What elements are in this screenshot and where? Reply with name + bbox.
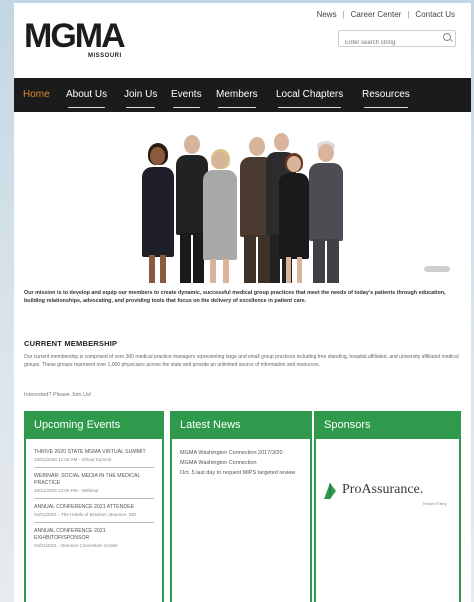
- sponsor-name: ProAssurance.: [342, 482, 424, 497]
- mission-statement: Our mission is to develop and equip our …: [24, 290, 446, 304]
- divider: [34, 467, 154, 468]
- nav-label: Resources: [362, 89, 410, 100]
- current-membership-text: Our current membership is comprised of o…: [24, 354, 459, 368]
- event-detail: 04/01/2021 - Branson Convention Center: [34, 543, 118, 548]
- logo-subtext: MISSOURI: [88, 53, 122, 59]
- proassurance-leaf-icon: [324, 483, 336, 499]
- sponsors-panel: Sponsors ProAssurance. Treated Fairly: [314, 411, 461, 602]
- person-figure: [200, 149, 240, 283]
- search-icon[interactable]: [443, 33, 451, 41]
- sponsors-heading: Sponsors: [316, 411, 459, 439]
- event-item[interactable]: ANNUAL CONFERENCE 2021 ATTENDEE 04/01/20…: [34, 504, 154, 523]
- nav-underline: [126, 107, 156, 108]
- event-detail: 04/01/2021 - The Hotels of Branson, Bran…: [34, 512, 137, 517]
- top-links: News | Career Center | Contact Us: [317, 10, 455, 19]
- nav-label: Local Chapters: [276, 89, 344, 100]
- event-detail: 10/11/2020 12:00 PM - Webinar: [34, 488, 99, 493]
- nav-item-join-us[interactable]: Join Us: [124, 89, 158, 108]
- top-link-contact-us[interactable]: Contact Us: [415, 10, 455, 19]
- nav-underline: [173, 107, 200, 108]
- news-list: MGMA Washington Connection 2017/3/20 MGM…: [180, 449, 302, 477]
- nav-item-local-chapters[interactable]: Local Chapters: [276, 89, 344, 108]
- main-nav: Home About Us Join Us Events Members Loc…: [14, 78, 471, 112]
- logo-text: MGMA: [24, 17, 126, 55]
- nav-item-members[interactable]: Members: [216, 89, 258, 108]
- nav-item-events[interactable]: Events: [171, 89, 202, 108]
- latest-news-panel: Latest News MGMA Washington Connection 2…: [170, 411, 312, 602]
- top-link-news[interactable]: News: [317, 10, 337, 19]
- nav-label: Events: [171, 89, 202, 100]
- divider: [34, 498, 154, 499]
- nav-label: Members: [216, 89, 258, 100]
- join-us-link[interactable]: Interested? Please Join Us!: [24, 392, 91, 398]
- sponsor-tagline: Treated Fairly: [422, 501, 447, 506]
- nav-underline: [364, 107, 408, 108]
- website-page: MGMA MISSOURI News | Career Center | Contact…: [14, 3, 471, 602]
- event-item[interactable]: THRIVE 2020 STATE MGMA VIRTUAL SUMMIT 10…: [34, 449, 154, 468]
- nav-underline: [278, 107, 342, 108]
- nav-label: Home: [23, 89, 50, 100]
- event-title[interactable]: WEBINAR: SOCIAL MEDIA IN THE MEDICAL PRA…: [34, 473, 154, 487]
- top-link-career-center[interactable]: Career Center: [351, 10, 402, 19]
- nav-item-home[interactable]: Home: [23, 89, 50, 100]
- proassurance-logo[interactable]: ProAssurance. Treated Fairly: [322, 481, 447, 506]
- event-item[interactable]: ANNUAL CONFERENCE 2021 EXHIBITOR/SPONSOR…: [34, 528, 154, 549]
- news-item[interactable]: MGMA Washington Connection: [180, 459, 302, 467]
- nav-label: About Us: [66, 89, 108, 100]
- event-title[interactable]: ANNUAL CONFERENCE 2021 EXHIBITOR/SPONSOR: [34, 528, 154, 542]
- mgma-missouri-logo[interactable]: MGMA MISSOURI: [24, 17, 126, 59]
- current-membership-heading: CURRENT MEMBERSHIP: [24, 339, 118, 348]
- person-figure: [306, 141, 346, 283]
- divider: [34, 522, 154, 523]
- upcoming-events-heading: Upcoming Events: [26, 411, 162, 439]
- news-item[interactable]: MGMA Washington Connection 2017/3/20: [180, 449, 302, 457]
- nav-underline: [68, 107, 106, 108]
- nav-item-resources[interactable]: Resources: [362, 89, 410, 108]
- search-input[interactable]: [339, 36, 441, 50]
- event-item[interactable]: WEBINAR: SOCIAL MEDIA IN THE MEDICAL PRA…: [34, 473, 154, 499]
- event-detail: 10/01/2020 11:00 AM - Virtual Summit: [34, 457, 112, 462]
- separator: |: [342, 10, 345, 19]
- search-box: [338, 30, 456, 50]
- nav-item-about-us[interactable]: About Us: [66, 89, 108, 108]
- separator: |: [407, 10, 410, 19]
- event-title[interactable]: THRIVE 2020 STATE MGMA VIRTUAL SUMMIT: [34, 449, 154, 456]
- event-title[interactable]: ANNUAL CONFERENCE 2021 ATTENDEE: [34, 504, 154, 511]
- nav-underline: [218, 107, 256, 108]
- nav-label: Join Us: [124, 89, 158, 100]
- person-figure: [138, 143, 178, 283]
- news-item[interactable]: Oct. 5 last day to request MIPS targeted…: [180, 469, 302, 477]
- upcoming-events-panel: Upcoming Events THRIVE 2020 STATE MGMA V…: [24, 411, 164, 602]
- latest-news-heading: Latest News: [172, 411, 310, 439]
- hero-image-group-photo: [14, 123, 471, 283]
- slider-pagination[interactable]: [424, 266, 450, 272]
